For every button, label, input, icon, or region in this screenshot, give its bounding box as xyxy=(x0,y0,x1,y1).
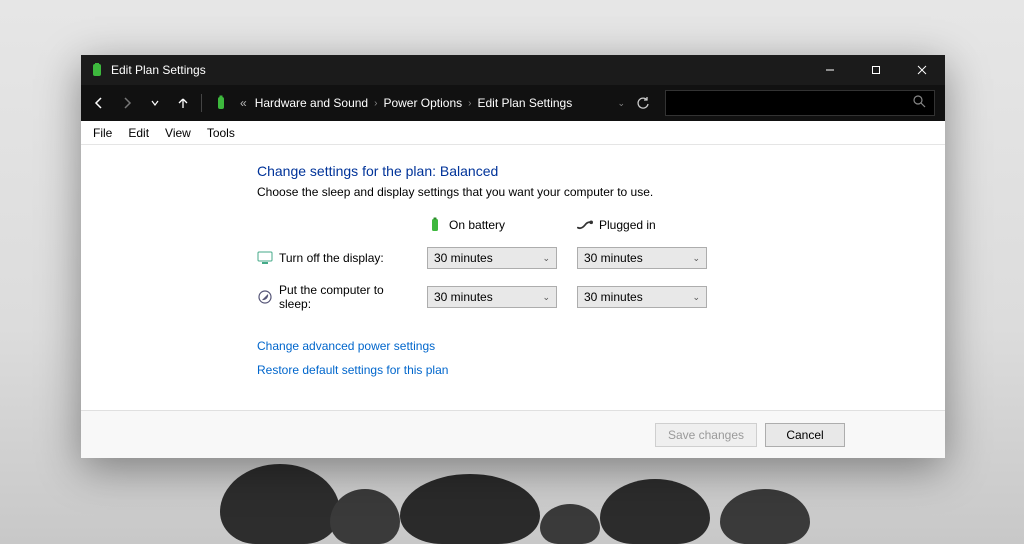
control-panel-window: Edit Plan Settings « Hardware an xyxy=(81,55,945,458)
sleep-icon xyxy=(257,289,273,305)
breadcrumb: Hardware and Sound › Power Options › Edi… xyxy=(253,94,575,112)
save-changes-button[interactable]: Save changes xyxy=(655,423,757,447)
page-heading: Change settings for the plan: Balanced xyxy=(257,163,945,179)
select-value: 30 minutes xyxy=(584,290,643,304)
titlebar[interactable]: Edit Plan Settings xyxy=(81,55,945,85)
desktop-rock xyxy=(330,489,400,544)
sleep-plugged-select[interactable]: 30 minutes ⌄ xyxy=(577,286,707,308)
address-dropdown-button[interactable]: ⌄ xyxy=(615,98,627,109)
menu-view[interactable]: View xyxy=(157,123,199,143)
row-turn-off-display: Turn off the display: xyxy=(257,250,417,266)
column-on-battery: On battery xyxy=(427,217,567,233)
chevron-right-icon[interactable]: › xyxy=(468,98,471,109)
menu-file[interactable]: File xyxy=(85,123,120,143)
control-panel-icon xyxy=(212,94,230,112)
column-label: On battery xyxy=(449,218,505,232)
chevron-down-icon: ⌄ xyxy=(542,292,550,303)
window-title: Edit Plan Settings xyxy=(111,63,206,77)
links-section: Change advanced power settings Restore d… xyxy=(257,339,945,377)
chevron-down-icon: ⌄ xyxy=(542,253,550,264)
search-icon xyxy=(913,95,926,111)
column-label: Plugged in xyxy=(599,218,656,232)
menu-tools[interactable]: Tools xyxy=(199,123,243,143)
settings-grid: On battery Plugged in Turn off the displ… xyxy=(257,217,945,311)
desktop-rock xyxy=(220,464,340,544)
select-value: 30 minutes xyxy=(434,290,493,304)
chevron-down-icon: ⌄ xyxy=(692,253,700,264)
menu-bar: File Edit View Tools xyxy=(81,121,945,145)
display-plugged-select[interactable]: 30 minutes ⌄ xyxy=(577,247,707,269)
chevron-right-icon[interactable]: › xyxy=(374,98,377,109)
restore-defaults-link[interactable]: Restore default settings for this plan xyxy=(257,363,448,377)
maximize-button[interactable] xyxy=(853,55,899,85)
desktop-rock xyxy=(540,504,600,544)
nav-divider xyxy=(201,94,202,112)
row-put-computer-to-sleep: Put the computer to sleep: xyxy=(257,283,417,311)
page-subtext: Choose the sleep and display settings th… xyxy=(257,185,945,199)
close-button[interactable] xyxy=(899,55,945,85)
breadcrumb-item[interactable]: Hardware and Sound xyxy=(253,94,370,112)
row-label: Turn off the display: xyxy=(279,251,384,265)
forward-button[interactable] xyxy=(115,91,139,115)
chevron-down-icon: ⌄ xyxy=(692,292,700,303)
content-area: Change settings for the plan: Balanced C… xyxy=(81,145,945,410)
desktop-rock xyxy=(400,474,540,544)
refresh-button[interactable] xyxy=(631,91,655,115)
minimize-button[interactable] xyxy=(807,55,853,85)
recent-locations-button[interactable] xyxy=(143,91,167,115)
desktop-rock xyxy=(720,489,810,544)
cancel-button[interactable]: Cancel xyxy=(765,423,845,447)
footer-bar: Save changes Cancel xyxy=(81,410,945,458)
advanced-power-settings-link[interactable]: Change advanced power settings xyxy=(257,339,435,353)
address-bar: « Hardware and Sound › Power Options › E… xyxy=(81,85,945,121)
display-battery-select[interactable]: 30 minutes ⌄ xyxy=(427,247,557,269)
select-value: 30 minutes xyxy=(584,251,643,265)
battery-icon xyxy=(427,217,443,233)
back-button[interactable] xyxy=(87,91,111,115)
breadcrumb-prefix: « xyxy=(240,96,247,110)
display-icon xyxy=(257,250,273,266)
select-value: 30 minutes xyxy=(434,251,493,265)
search-input[interactable] xyxy=(665,90,935,116)
power-options-icon xyxy=(89,62,105,78)
plug-icon xyxy=(577,217,593,233)
column-plugged-in: Plugged in xyxy=(577,217,717,233)
row-label: Put the computer to sleep: xyxy=(279,283,417,311)
up-button[interactable] xyxy=(171,91,195,115)
menu-edit[interactable]: Edit xyxy=(120,123,157,143)
breadcrumb-item[interactable]: Power Options xyxy=(381,94,464,112)
sleep-battery-select[interactable]: 30 minutes ⌄ xyxy=(427,286,557,308)
desktop-rock xyxy=(600,479,710,544)
breadcrumb-item[interactable]: Edit Plan Settings xyxy=(476,94,575,112)
